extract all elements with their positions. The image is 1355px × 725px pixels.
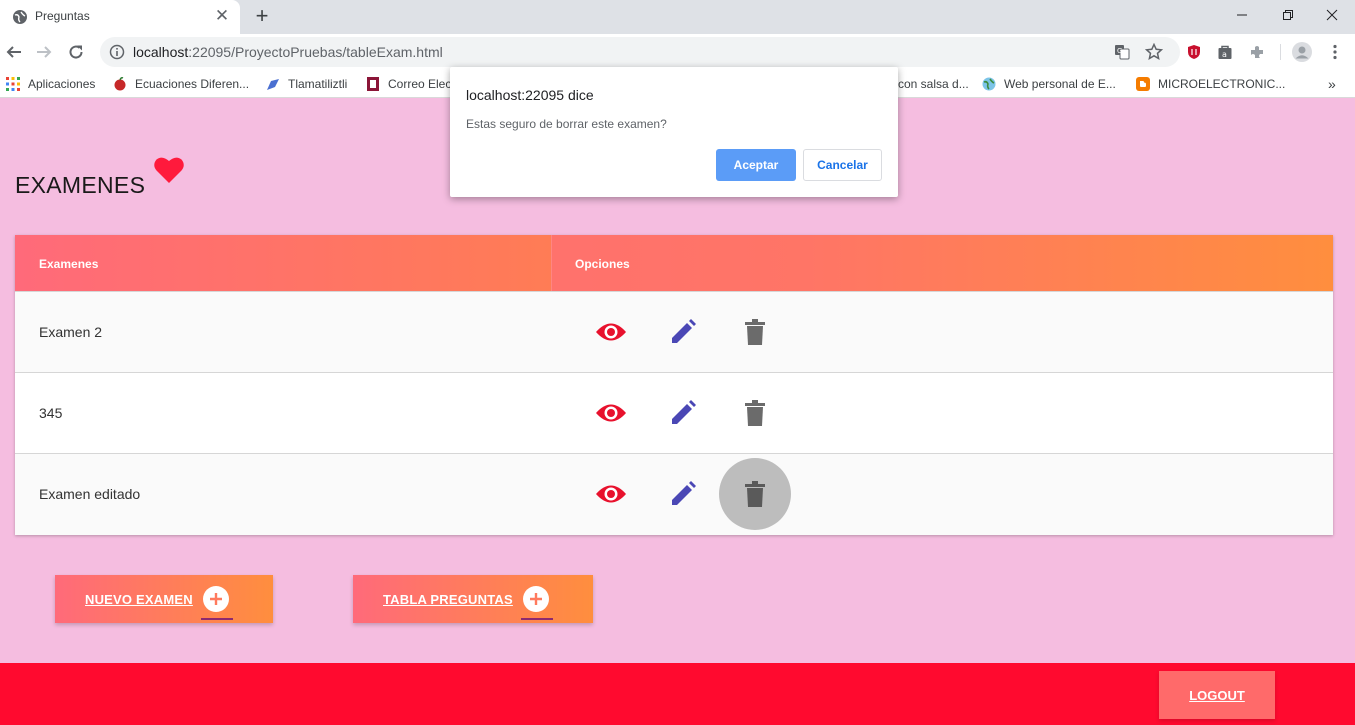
bookmark-tlamatiliztli[interactable]: Tlamatiliztli <box>266 76 347 92</box>
bookmark-microelectronic[interactable]: MICROELECTRONIC... <box>1136 76 1285 92</box>
table-row: Examen 2 <box>15 291 1333 372</box>
bookmarks-overflow-icon[interactable]: » <box>1328 76 1336 92</box>
star-icon[interactable] <box>1144 42 1164 62</box>
translate-icon[interactable]: G <box>1112 42 1132 62</box>
table-row: 345 <box>15 372 1333 453</box>
apps-grid-icon <box>6 77 20 91</box>
logout-label: LOGOUT <box>1189 687 1245 703</box>
exam-name: Examen editado <box>39 486 141 502</box>
table-header: Examenes Opciones <box>15 235 1333 291</box>
eye-icon <box>596 485 626 503</box>
bookmark-ecuaciones[interactable]: Ecuaciones Diferen... <box>113 76 249 92</box>
trash-icon <box>745 400 765 426</box>
reload-icon[interactable] <box>64 40 88 64</box>
address-bar[interactable]: localhost:22095/ProyectoPruebas/tableExa… <box>100 37 1180 67</box>
pencil-icon <box>672 481 696 505</box>
trash-icon <box>745 319 765 345</box>
close-tab-icon[interactable]: ✕ <box>212 6 232 26</box>
add-circle-icon <box>520 586 553 620</box>
table-row: Examen editado <box>15 453 1333 534</box>
close-window-icon[interactable] <box>1309 0 1355 30</box>
heart-icon <box>154 157 184 183</box>
add-circle-icon <box>200 586 233 620</box>
ipn-logo-icon <box>367 77 379 91</box>
info-icon[interactable] <box>109 44 125 60</box>
puzzle-extension-icon[interactable] <box>1245 40 1269 64</box>
bookmark-aplicaciones[interactable]: Aplicaciones <box>6 76 95 92</box>
new-exam-label: NUEVO EXAMEN <box>85 591 193 607</box>
blogger-icon <box>1136 77 1150 91</box>
footer-bar: LOGOUT <box>0 663 1355 725</box>
globe-icon <box>13 10 27 24</box>
confirm-dialog: localhost:22095 dice Estas seguro de bor… <box>450 67 898 197</box>
tab-title: Preguntas <box>35 9 90 23</box>
edit-exam-button[interactable] <box>665 476 701 512</box>
header-opciones: Opciones <box>575 257 630 271</box>
browser-tabstrip: Preguntas ✕ + <box>0 0 1355 34</box>
globe-icon <box>982 77 996 91</box>
browser-toolbar: localhost:22095/ProyectoPruebas/tableExa… <box>0 34 1355 70</box>
cancel-button[interactable]: Cancelar <box>803 149 882 181</box>
dialog-title: localhost:22095 dice <box>466 87 594 103</box>
accept-button[interactable]: Aceptar <box>716 149 796 181</box>
questions-table-label: TABLA PREGUNTAS <box>383 591 513 607</box>
exam-name: Examen 2 <box>39 324 103 340</box>
feather-icon <box>267 79 279 90</box>
exams-table: Examenes Opciones Examen 2 345 Examen ed… <box>15 235 1333 535</box>
pencil-icon <box>672 319 696 343</box>
logout-button[interactable]: LOGOUT <box>1159 671 1275 719</box>
shield-extension-icon[interactable] <box>1182 40 1206 64</box>
browser-tab[interactable]: Preguntas ✕ <box>0 0 240 34</box>
svg-text:G: G <box>1117 47 1122 55</box>
view-exam-button[interactable] <box>593 395 629 431</box>
back-icon[interactable] <box>2 40 26 64</box>
edit-exam-button[interactable] <box>665 395 701 431</box>
forward-icon[interactable] <box>32 40 56 64</box>
dialog-message: Estas seguro de borrar este examen? <box>466 117 667 131</box>
edit-exam-button[interactable] <box>665 314 701 350</box>
url-text: localhost:22095/ProyectoPruebas/tableExa… <box>133 44 443 60</box>
view-exam-button[interactable] <box>593 476 629 512</box>
new-tab-icon[interactable]: + <box>250 4 274 28</box>
bookmark-web-personal[interactable]: Web personal de E... <box>982 76 1116 92</box>
minimize-icon[interactable] <box>1219 0 1265 30</box>
add-icon-underline <box>200 618 233 620</box>
restore-icon[interactable] <box>1265 0 1311 30</box>
header-examenes: Examenes <box>39 257 99 271</box>
menu-kebab-icon[interactable] <box>1323 40 1347 64</box>
delete-exam-button[interactable] <box>737 314 773 350</box>
profile-avatar-icon[interactable] <box>1290 40 1314 64</box>
bag-extension-icon[interactable]: a <box>1213 40 1237 64</box>
apple-icon <box>114 77 126 91</box>
eye-icon <box>596 404 626 422</box>
svg-text:a: a <box>1222 50 1227 59</box>
pencil-icon <box>672 400 696 424</box>
view-exam-button[interactable] <box>593 314 629 350</box>
eye-icon <box>596 323 626 341</box>
toolbar-separator <box>1280 44 1281 60</box>
delete-exam-button[interactable] <box>737 395 773 431</box>
delete-exam-button[interactable] <box>737 476 773 512</box>
add-icon-underline <box>520 618 553 620</box>
trash-icon <box>745 481 765 507</box>
bookmark-correo[interactable]: Correo Elec <box>366 76 451 92</box>
questions-table-button[interactable]: TABLA PREGUNTAS <box>353 575 593 623</box>
table-header-divider <box>551 235 552 291</box>
exam-name: 345 <box>39 405 63 421</box>
bookmark-con-salsa[interactable]: con salsa d... <box>898 76 969 92</box>
page-title: EXAMENES <box>15 172 146 198</box>
new-exam-button[interactable]: NUEVO EXAMEN <box>55 575 273 623</box>
